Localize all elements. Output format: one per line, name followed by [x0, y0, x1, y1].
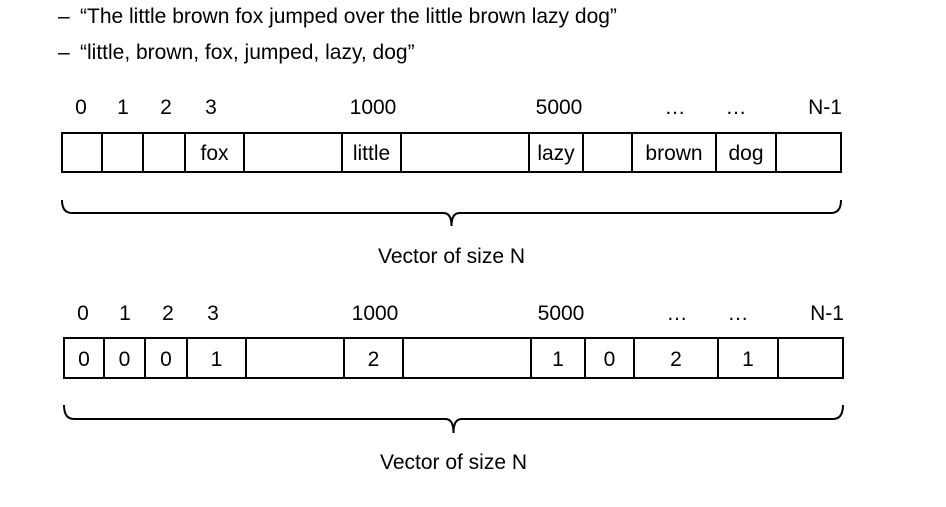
cell-value: 1: [742, 348, 754, 371]
index-label: 5000: [538, 302, 585, 325]
cell-value: lazy: [537, 142, 575, 165]
vector-outline: [61, 132, 842, 173]
vector-diagram: 0 1 2 3 1000 5000…… N-1fox little lazy brown dogVe…: [61, 96, 844, 474]
index-label: …: [726, 96, 747, 119]
index-label: 1: [117, 96, 129, 119]
cell-value: 0: [119, 348, 131, 371]
index-label: 0: [75, 96, 87, 119]
index-label: N-1: [810, 302, 844, 325]
index-label: …: [665, 96, 686, 119]
cell-value: fox: [200, 142, 229, 165]
cell-value: little: [353, 142, 390, 165]
index-label: 3: [207, 302, 219, 325]
index-label: 1000: [352, 302, 399, 325]
cell-value: 0: [78, 348, 90, 371]
index-label: …: [728, 302, 749, 325]
curly-brace: [63, 404, 844, 434]
vector-caption: Vector of size N: [380, 451, 527, 474]
cell-value: dog: [728, 142, 763, 165]
cell-value: 1: [552, 348, 564, 371]
index-label: 2: [160, 96, 172, 119]
index-label: 1000: [350, 96, 397, 119]
cell-value: 1: [211, 348, 223, 371]
cell-value: 2: [368, 348, 380, 371]
index-label: 5000: [536, 96, 583, 119]
cell-value: 0: [604, 348, 616, 371]
index-label: 2: [162, 302, 174, 325]
index-label: …: [667, 302, 688, 325]
vector-caption: Vector of size N: [378, 245, 525, 268]
index-label: 1: [119, 302, 131, 325]
cell-value: 0: [160, 348, 172, 371]
vector-2: 0 1 2 3 1000 5000 … … N-1 0 0 0 1 2 1 0 2 1 Vector of size…: [63, 302, 844, 474]
index-label: N-1: [808, 96, 842, 119]
cell-value: brown: [645, 142, 702, 165]
vector-1: 0 1 2 3 1000 5000 … … N-1 fox little lazy brown dog Ve…: [61, 96, 842, 268]
index-label: 0: [77, 302, 89, 325]
index-label: 3: [205, 96, 217, 119]
curly-brace: [61, 199, 842, 227]
cell-value: 2: [670, 348, 682, 371]
vector-outline: [63, 337, 844, 379]
